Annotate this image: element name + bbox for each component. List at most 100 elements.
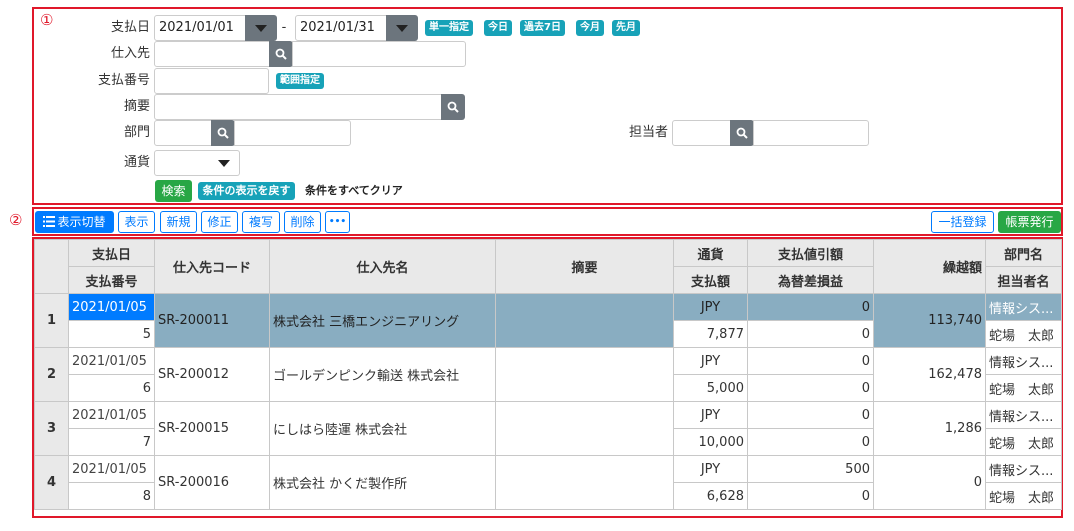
cell-pay-no[interactable]: 6 <box>68 374 155 402</box>
cell-pay-no[interactable]: 7 <box>68 428 155 456</box>
cell-staff[interactable]: 蛇場 太郎 <box>985 482 1062 510</box>
cell-memo[interactable] <box>495 293 674 348</box>
cell-memo[interactable] <box>495 401 674 456</box>
cell-fx-loss[interactable]: 0 <box>747 482 874 510</box>
copy-button[interactable]: 複写 <box>242 211 280 233</box>
staff-name-input[interactable] <box>753 120 869 146</box>
date-from-dropdown[interactable] <box>245 15 277 41</box>
table-row[interactable]: 4 2021/01/05 SR-200016 株式会社 かくだ製作所 JPY 5… <box>34 455 1062 510</box>
chip-last-month[interactable]: 先月 <box>612 20 640 36</box>
staff-code-input[interactable] <box>672 120 731 146</box>
supplier-name-input[interactable] <box>292 41 466 67</box>
header-carry[interactable]: 繰越額 <box>873 239 986 294</box>
table-row[interactable]: 2 2021/01/05 SR-200012 ゴールデンピンク輸送 株式会社 J… <box>34 347 1062 402</box>
clear-conditions-link[interactable]: 条件をすべてクリア <box>305 182 403 200</box>
cell-fx-loss[interactable]: 0 <box>747 428 874 456</box>
toggle-view-button[interactable]: 表示切替 <box>35 211 114 233</box>
header-staff[interactable]: 担当者名 <box>985 266 1062 294</box>
header-pay-no[interactable]: 支払番号 <box>68 266 155 294</box>
cell-currency[interactable]: JPY <box>673 455 748 483</box>
cell-currency[interactable]: JPY <box>673 293 748 321</box>
header-fx-loss[interactable]: 為替差損益 <box>747 266 874 294</box>
chip-single-date[interactable]: 単一指定 <box>425 20 473 36</box>
cell-dept[interactable]: 情報シス... <box>985 401 1062 429</box>
cell-currency[interactable]: JPY <box>673 347 748 375</box>
supplier-search-button[interactable] <box>269 41 293 67</box>
cell-carry[interactable]: 113,740 <box>873 293 986 348</box>
cell-pay-amount[interactable]: 7,877 <box>673 320 748 348</box>
chip-today[interactable]: 今日 <box>484 20 512 36</box>
cell-pay-date[interactable]: 2021/01/05 <box>68 347 155 375</box>
new-button[interactable]: 新規 <box>160 211 197 233</box>
cell-supplier-name[interactable]: にしはら陸運 株式会社 <box>269 401 496 456</box>
staff-search-button[interactable] <box>730 120 754 146</box>
cell-discount[interactable]: 0 <box>747 293 874 321</box>
cell-pay-date[interactable]: 2021/01/05 <box>68 293 155 321</box>
header-supplier-name[interactable]: 仕入先名 <box>269 239 496 294</box>
supplier-code-input[interactable] <box>154 41 270 67</box>
cell-memo[interactable] <box>495 347 674 402</box>
cell-pay-no[interactable]: 5 <box>68 320 155 348</box>
cell-pay-amount[interactable]: 10,000 <box>673 428 748 456</box>
cell-pay-no[interactable]: 8 <box>68 482 155 510</box>
cell-carry[interactable]: 162,478 <box>873 347 986 402</box>
cell-fx-loss[interactable]: 0 <box>747 374 874 402</box>
cell-supplier-name[interactable]: ゴールデンピンク輸送 株式会社 <box>269 347 496 402</box>
issue-form-button[interactable]: 帳票発行 <box>998 211 1061 233</box>
restore-conditions-button[interactable]: 条件の表示を戻す <box>198 182 295 200</box>
header-dept[interactable]: 部門名 <box>985 239 1062 267</box>
cell-currency[interactable]: JPY <box>673 401 748 429</box>
cell-pay-amount[interactable]: 5,000 <box>673 374 748 402</box>
cell-memo[interactable] <box>495 455 674 510</box>
dept-search-button[interactable] <box>211 120 235 146</box>
view-button[interactable]: 表示 <box>118 211 155 233</box>
table-row[interactable]: 3 2021/01/05 SR-200015 にしはら陸運 株式会社 JPY 0… <box>34 401 1062 456</box>
memo-input[interactable] <box>154 94 442 120</box>
more-button[interactable]: ••• <box>325 211 350 233</box>
dept-name-input[interactable] <box>234 120 351 146</box>
cell-discount[interactable]: 500 <box>747 455 874 483</box>
cell-staff[interactable]: 蛇場 太郎 <box>985 320 1062 348</box>
date-to-dropdown[interactable] <box>386 15 418 41</box>
delete-button[interactable]: 削除 <box>284 211 321 233</box>
cell-dept[interactable]: 情報シス... <box>985 347 1062 375</box>
cell-pay-date[interactable]: 2021/01/05 <box>68 401 155 429</box>
search-button[interactable]: 検索 <box>155 180 192 202</box>
header-discount[interactable]: 支払値引額 <box>747 239 874 267</box>
cell-pay-amount[interactable]: 6,628 <box>673 482 748 510</box>
cell-carry[interactable]: 1,286 <box>873 401 986 456</box>
cell-supplier-code[interactable]: SR-200015 <box>154 401 270 456</box>
header-memo[interactable]: 摘要 <box>495 239 674 294</box>
currency-dropdown[interactable] <box>209 150 240 176</box>
table-row[interactable]: 1 2021/01/05 SR-200011 株式会社 三橋エンジニアリング J… <box>34 293 1062 348</box>
chip-last-7-days[interactable]: 過去7日 <box>520 20 565 36</box>
cell-discount[interactable]: 0 <box>747 401 874 429</box>
cell-discount[interactable]: 0 <box>747 347 874 375</box>
cell-supplier-code[interactable]: SR-200016 <box>154 455 270 510</box>
cell-supplier-code[interactable]: SR-200012 <box>154 347 270 402</box>
cell-fx-loss[interactable]: 0 <box>747 320 874 348</box>
cell-dept[interactable]: 情報シス... <box>985 293 1062 321</box>
date-from-input[interactable]: 2021/01/01 <box>154 15 246 41</box>
cell-supplier-name[interactable]: 株式会社 三橋エンジニアリング <box>269 293 496 348</box>
edit-button[interactable]: 修正 <box>201 211 238 233</box>
bulk-register-button[interactable]: 一括登録 <box>931 211 994 233</box>
header-pay-date[interactable]: 支払日 <box>68 239 155 267</box>
cell-carry[interactable]: 0 <box>873 455 986 510</box>
header-supplier-code[interactable]: 仕入先コード <box>154 239 270 294</box>
chip-this-month[interactable]: 今月 <box>576 20 604 36</box>
payno-input[interactable] <box>154 68 269 94</box>
header-pay-amount[interactable]: 支払額 <box>673 266 748 294</box>
cell-supplier-code[interactable]: SR-200011 <box>154 293 270 348</box>
dept-code-input[interactable] <box>154 120 212 146</box>
date-to-input[interactable]: 2021/01/31 <box>295 15 387 41</box>
cell-pay-date[interactable]: 2021/01/05 <box>68 455 155 483</box>
chip-range[interactable]: 範囲指定 <box>276 73 324 89</box>
cell-dept[interactable]: 情報シス... <box>985 455 1062 483</box>
cell-staff[interactable]: 蛇場 太郎 <box>985 374 1062 402</box>
currency-select[interactable] <box>154 150 210 176</box>
cell-supplier-name[interactable]: 株式会社 かくだ製作所 <box>269 455 496 510</box>
memo-search-button[interactable] <box>441 94 465 120</box>
header-currency[interactable]: 通貨 <box>673 239 748 267</box>
cell-staff[interactable]: 蛇場 太郎 <box>985 428 1062 456</box>
